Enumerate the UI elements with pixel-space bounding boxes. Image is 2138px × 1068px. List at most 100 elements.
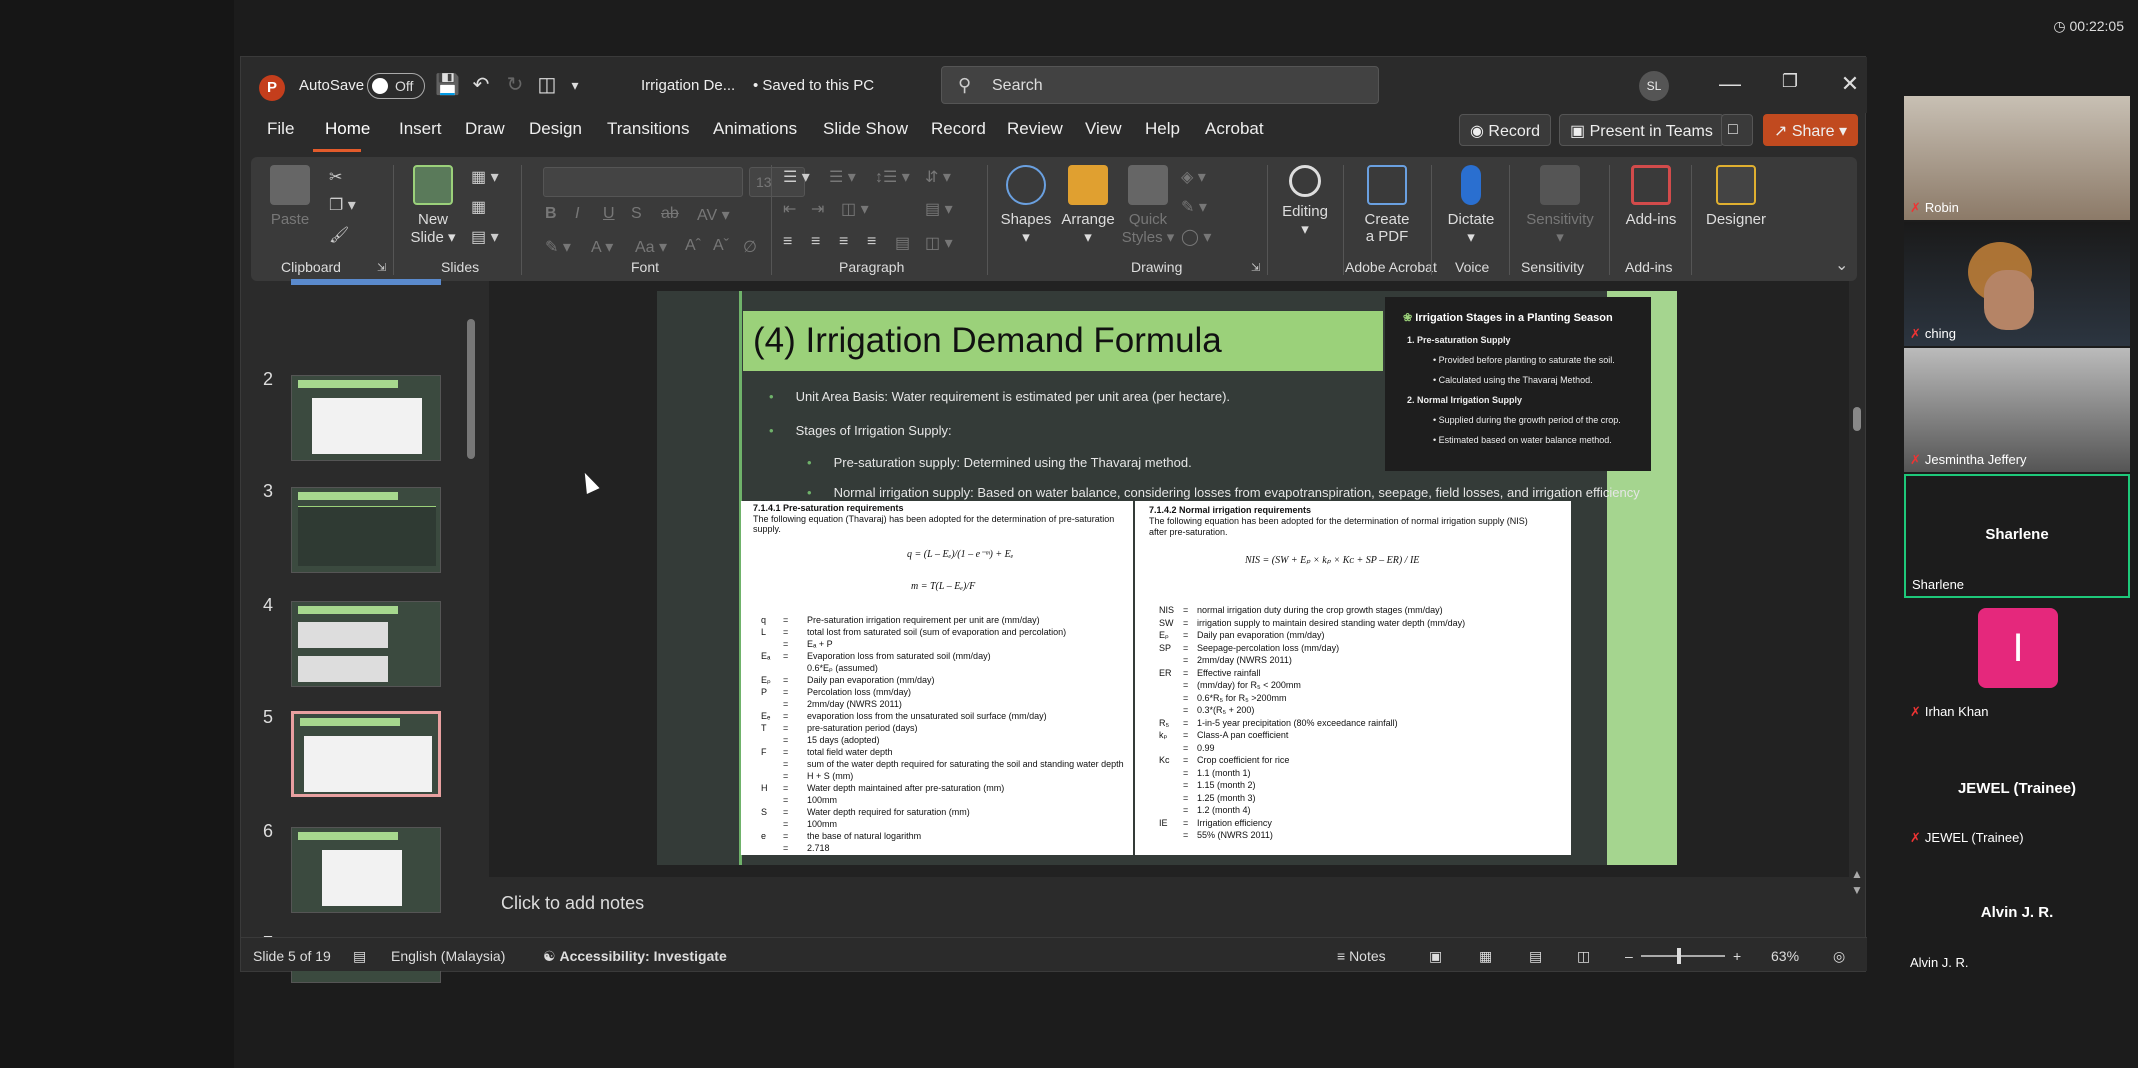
distributed-icon[interactable]: ▤ — [895, 233, 910, 253]
format-painter-icon[interactable]: 🖌 — [329, 225, 349, 245]
shape-fill-icon[interactable]: ◈ ▾ — [1181, 167, 1206, 187]
shapes-button[interactable]: Shapes ▾ — [997, 165, 1055, 246]
notes-button[interactable]: ≡ Notes — [1337, 948, 1386, 964]
bold-icon[interactable]: B — [545, 205, 557, 223]
accessibility-status[interactable]: ☯ Accessibility: Investigate — [543, 948, 727, 965]
save-icon[interactable]: 💾 — [435, 73, 460, 97]
tab-help[interactable]: Help — [1145, 119, 1180, 139]
align-right-icon[interactable]: ≡ — [839, 233, 848, 251]
present-in-teams-button[interactable]: ▣ Present in Teams — [1559, 114, 1724, 146]
slide-thumbnail-2[interactable] — [291, 375, 441, 461]
clear-format-icon[interactable]: ∅ — [743, 237, 757, 257]
document-name[interactable]: Irrigation De... — [641, 77, 735, 94]
spellcheck-icon[interactable]: ▤ — [353, 948, 366, 965]
tab-view[interactable]: View — [1085, 119, 1122, 139]
undo-icon[interactable]: ↶ — [469, 73, 493, 97]
sensitivity-button[interactable]: Sensitivity ▾ — [1517, 165, 1603, 246]
tab-slide-show[interactable]: Slide Show — [823, 119, 908, 139]
create-pdf-button[interactable]: Create a PDF — [1355, 165, 1419, 245]
thumbnail-scroll-thumb[interactable] — [467, 319, 475, 459]
increase-indent-icon[interactable]: ⇥ — [811, 199, 824, 219]
canvas-scrollbar[interactable] — [1851, 287, 1863, 867]
customize-qat-icon[interactable]: ▾ — [563, 73, 587, 97]
record-button[interactable]: ◉ Record — [1459, 114, 1551, 146]
next-slide-icon[interactable]: ▼ — [1851, 883, 1863, 897]
clipboard-launcher-icon[interactable]: ⇲ — [377, 261, 386, 274]
bullet-4[interactable]: Normal irrigation supply: Based on water… — [834, 485, 1640, 500]
normal-irrigation-document-image[interactable]: 7.1.4.2 Normal irrigation requirements T… — [1135, 501, 1571, 855]
layout-icon[interactable]: ▦ ▾ — [471, 167, 499, 187]
share-button[interactable]: ↗ Share ▾ — [1763, 114, 1859, 146]
ribbon-collapse-icon[interactable]: ⌄ — [1835, 255, 1848, 275]
cut-icon[interactable]: ✂ — [329, 167, 342, 187]
present-from-start-icon[interactable]: ◫ — [535, 73, 559, 97]
drawing-launcher-icon[interactable]: ⇲ — [1251, 261, 1260, 274]
prev-slide-icon[interactable]: ▲ — [1851, 867, 1863, 881]
quick-styles-button[interactable]: Quick Styles ▾ — [1121, 165, 1175, 246]
participant-tile-sharlene[interactable]: Sharlene Sharlene — [1904, 474, 2130, 598]
notes-pane[interactable]: Click to add notes — [489, 879, 1849, 925]
tab-review[interactable]: Review — [1007, 119, 1063, 139]
restore-icon[interactable]: ❐ — [1775, 71, 1805, 92]
addins-button[interactable]: Add-ins — [1619, 165, 1683, 228]
tab-file[interactable]: File — [267, 119, 294, 139]
language-indicator[interactable]: English (Malaysia) — [391, 948, 505, 964]
tab-design[interactable]: Design — [529, 119, 582, 139]
slide-sorter-icon[interactable]: ▦ — [1479, 948, 1492, 965]
tab-acrobat[interactable]: Acrobat — [1205, 119, 1264, 139]
strikethrough-icon[interactable]: ab — [661, 205, 679, 223]
smartart-icon[interactable]: ◫ ▾ — [925, 233, 953, 253]
canvas-scroll-thumb[interactable] — [1853, 407, 1861, 431]
irrigation-stages-callout[interactable]: ❀ Irrigation Stages in a Planting Season… — [1385, 297, 1651, 471]
participant-tile-alvin[interactable]: Alvin J. R. Alvin J. R. — [1904, 852, 2130, 974]
line-spacing-icon[interactable]: ↕☰ ▾ — [875, 167, 910, 187]
zoom-level[interactable]: 63% — [1771, 948, 1799, 964]
designer-button[interactable]: Designer — [1701, 165, 1771, 228]
bullets-icon[interactable]: ☰ ▾ — [783, 167, 810, 187]
tab-insert[interactable]: Insert — [399, 119, 442, 139]
tab-draw[interactable]: Draw — [465, 119, 505, 139]
participant-tile-jewel[interactable]: JEWEL (Trainee) ✗ JEWEL (Trainee) — [1904, 726, 2130, 850]
slide-title[interactable]: (4) Irrigation Demand Formula — [753, 321, 1222, 361]
zoom-slider-thumb[interactable] — [1677, 948, 1681, 964]
font-name-box[interactable] — [543, 167, 743, 197]
numbering-icon[interactable]: ☰ ▾ — [829, 167, 856, 187]
reset-icon[interactable]: ▦ — [471, 197, 486, 217]
normal-view-icon[interactable]: ▣ — [1429, 948, 1442, 965]
slide-thumbnail-5-selected[interactable] — [291, 711, 441, 797]
tab-transitions[interactable]: Transitions — [607, 119, 690, 139]
tab-animations[interactable]: Animations — [713, 119, 797, 139]
decrease-font-icon[interactable]: Aˇ — [713, 237, 729, 255]
bullet-1[interactable]: Unit Area Basis: Water requirement is es… — [796, 389, 1230, 404]
slide-thumbnail-4[interactable] — [291, 601, 441, 687]
save-status[interactable]: • Saved to this PC — [753, 77, 874, 94]
participant-tile-jesmintha[interactable]: ✗ Jesmintha Jeffery — [1904, 348, 2130, 472]
reading-view-icon[interactable]: ▤ — [1529, 948, 1542, 965]
align-left-icon[interactable]: ≡ — [783, 233, 792, 251]
tab-record[interactable]: Record — [931, 119, 986, 139]
zoom-out-icon[interactable]: – — [1625, 948, 1633, 964]
dictate-button[interactable]: Dictate ▾ — [1441, 165, 1501, 246]
bullet-2[interactable]: Stages of Irrigation Supply: — [796, 423, 952, 438]
text-direction-icon[interactable]: ⇵ ▾ — [925, 167, 951, 187]
autosave-toggle[interactable]: Off — [367, 73, 425, 99]
slide-thumbnail-6[interactable] — [291, 827, 441, 913]
zoom-slider[interactable] — [1641, 955, 1725, 957]
participant-tile-irhan[interactable]: I ✗ Irhan Khan — [1904, 600, 2130, 724]
slide-thumbnail-3[interactable] — [291, 487, 441, 573]
bullet-3[interactable]: Pre-saturation supply: Determined using … — [834, 455, 1192, 470]
zoom-in-icon[interactable]: + — [1733, 948, 1741, 964]
copy-icon[interactable]: ❐ ▾ — [329, 195, 356, 215]
decrease-indent-icon[interactable]: ⇤ — [783, 199, 796, 219]
paste-button[interactable]: Paste — [265, 165, 315, 228]
justify-icon[interactable]: ≡ — [867, 233, 876, 251]
font-color-icon[interactable]: A ▾ — [591, 237, 613, 257]
shape-outline-icon[interactable]: ✎ ▾ — [1181, 197, 1207, 217]
char-spacing-icon[interactable]: AV ▾ — [697, 205, 730, 225]
section-icon[interactable]: ▤ ▾ — [471, 227, 499, 247]
columns-icon[interactable]: ◫ ▾ — [841, 199, 869, 219]
shape-effects-icon[interactable]: ◯ ▾ — [1181, 227, 1211, 247]
underline-icon[interactable]: U — [603, 205, 615, 223]
new-slide-button[interactable]: New Slide ▾ — [405, 165, 461, 246]
slide-5[interactable]: (4) Irrigation Demand Formula Unit Area … — [657, 291, 1677, 865]
